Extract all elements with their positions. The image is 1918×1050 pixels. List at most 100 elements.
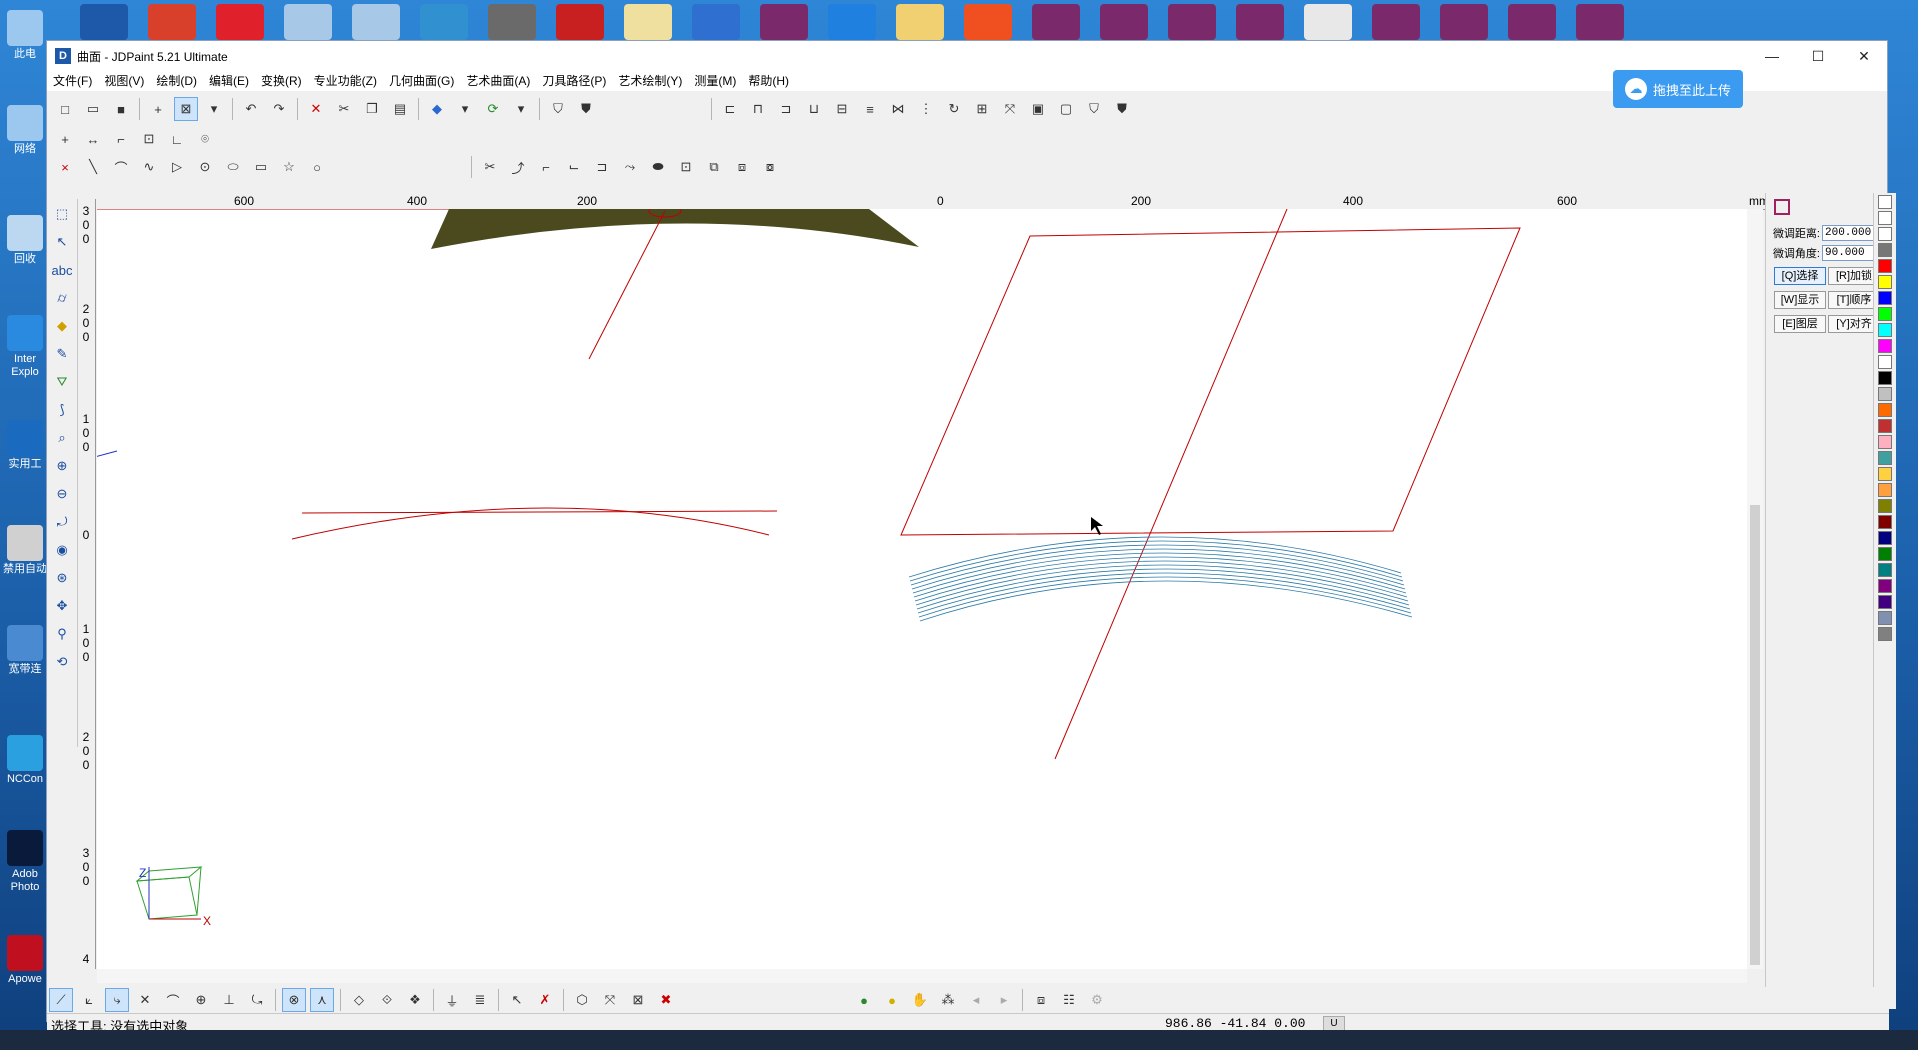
color-swatch[interactable]	[1878, 387, 1892, 401]
lock-shield-icon[interactable]: ⛉	[1082, 97, 1106, 121]
smooth-icon[interactable]: ⬬	[646, 155, 670, 179]
close-button[interactable]: ✕	[1841, 41, 1887, 71]
refresh-icon[interactable]: ⟳	[481, 97, 505, 121]
cut-icon[interactable]: ✂	[332, 97, 356, 121]
color-swatch[interactable]	[1878, 275, 1892, 289]
desktop-icon[interactable]: Inter Explo	[2, 315, 48, 379]
extend-icon[interactable]: ⤴	[506, 155, 530, 179]
text-icon[interactable]: abc	[49, 257, 75, 283]
desktop-app-icon[interactable]	[964, 4, 1012, 40]
polygon-icon[interactable]: ○	[305, 155, 329, 179]
light-yellow-icon[interactable]: ●	[880, 988, 904, 1012]
maximize-button[interactable]: ☐	[1795, 41, 1841, 71]
color-swatch[interactable]	[1878, 371, 1892, 385]
group-icon[interactable]: ▣	[1026, 97, 1050, 121]
align-center-icon[interactable]: ⊓	[746, 97, 770, 121]
color-swatch[interactable]	[1878, 323, 1892, 337]
dimension-corner-icon[interactable]: ⌐	[109, 127, 133, 151]
color-swatch[interactable]	[1878, 627, 1892, 641]
line-icon[interactable]: ╲	[81, 155, 105, 179]
vertical-scrollbar[interactable]	[1747, 209, 1763, 969]
delete-icon[interactable]: ✕	[304, 97, 328, 121]
snap-diamond-x-icon[interactable]: ⟐	[375, 988, 399, 1012]
copy-icon[interactable]: ❐	[360, 97, 384, 121]
show-button[interactable]: [W]显示	[1774, 291, 1826, 309]
menu-pro-functions[interactable]: 专业功能(Z)	[308, 71, 383, 91]
color-swatch[interactable]	[1878, 355, 1892, 369]
snap-intersection-icon[interactable]: ✕	[133, 988, 157, 1012]
desktop-app-icon[interactable]	[1100, 4, 1148, 40]
align-left-icon[interactable]: ⊏	[718, 97, 742, 121]
rotate-icon[interactable]: ↻	[942, 97, 966, 121]
align-bottom-icon[interactable]: ⊟	[830, 97, 854, 121]
menu-geometric-surface[interactable]: 几何曲面(G)	[383, 71, 460, 91]
zoom-all-icon[interactable]: ⊛	[49, 565, 75, 591]
light-gray-icon[interactable]: ✋	[908, 988, 932, 1012]
color-swatch[interactable]	[1878, 291, 1892, 305]
dimension-angle-icon[interactable]: ∟	[165, 127, 189, 151]
title-bar[interactable]: D 曲面 - JDPaint 5.21 Ultimate — ☐ ✕	[47, 41, 1887, 71]
zoom-out-icon[interactable]: ⊖	[49, 481, 75, 507]
menu-draw[interactable]: 绘制(D)	[150, 71, 203, 91]
align-top-icon[interactable]: ⊔	[802, 97, 826, 121]
zoom-previous-icon[interactable]: ⤾	[49, 509, 75, 535]
desktop-app-icon[interactable]	[352, 4, 400, 40]
color-swatch[interactable]	[1878, 499, 1892, 513]
layer-plane-icon[interactable]: ⏚	[440, 988, 464, 1012]
view-box-icon[interactable]: ⧈	[1029, 988, 1053, 1012]
menu-measure[interactable]: 测量(M)	[688, 71, 742, 91]
desktop-app-icon[interactable]	[556, 4, 604, 40]
layer-stack-icon[interactable]: ≣	[468, 988, 492, 1012]
desktop-app-icon[interactable]	[624, 4, 672, 40]
dropdown-arrow-icon[interactable]: ▾	[202, 97, 226, 121]
desktop-icon[interactable]: 回收	[2, 215, 48, 266]
color-swatch[interactable]	[1878, 595, 1892, 609]
pick-delete-icon[interactable]: ✗	[533, 988, 557, 1012]
rotate-view-icon[interactable]: ⟲	[49, 649, 75, 675]
zoom-in-icon[interactable]: ⊕	[49, 453, 75, 479]
desktop-app-icon[interactable]	[80, 4, 128, 40]
snap-perpendicular-icon[interactable]: ⊥	[217, 988, 241, 1012]
menu-art-surface[interactable]: 艺术曲面(A)	[460, 71, 536, 91]
menu-view[interactable]: 视图(V)	[98, 71, 150, 91]
color-swatch[interactable]	[1878, 307, 1892, 321]
zoom-window-icon[interactable]: ⌕	[49, 425, 75, 451]
view-table-icon[interactable]: ☷	[1057, 988, 1081, 1012]
break-icon[interactable]: ⊐	[590, 155, 614, 179]
rectangle-icon[interactable]: ▭	[249, 155, 273, 179]
redo-icon[interactable]: ↷	[267, 97, 291, 121]
circle-icon[interactable]: ⊙	[193, 155, 217, 179]
menu-toolpath[interactable]: 刀具路径(P)	[536, 71, 612, 91]
upload-button[interactable]: ☁ 拖拽至此上传	[1613, 70, 1743, 108]
color-swatch[interactable]	[1878, 547, 1892, 561]
clear-icon[interactable]: ✖	[654, 988, 678, 1012]
desktop-app-icon[interactable]	[148, 4, 196, 40]
scrollbar-thumb[interactable]	[1750, 505, 1760, 965]
snap-diamond-grid-icon[interactable]: ❖	[403, 988, 427, 1012]
desktop-icon[interactable]: 此电	[2, 10, 48, 61]
snap-grid-icon[interactable]: ⊗	[282, 988, 306, 1012]
select-icon[interactable]: ⬚	[49, 201, 75, 227]
array-icon[interactable]: ⋮	[914, 97, 938, 121]
select-box-icon[interactable]: ⊠	[174, 97, 198, 121]
desktop-app-icon[interactable]	[692, 4, 740, 40]
desktop-app-icon[interactable]	[1168, 4, 1216, 40]
open-file-icon[interactable]: ▭	[81, 97, 105, 121]
menu-file[interactable]: 文件(F)	[47, 71, 98, 91]
node-select-icon[interactable]: ↖	[49, 229, 75, 255]
dimension-horizontal-icon[interactable]: ↔	[81, 127, 105, 151]
desktop-app-icon[interactable]	[488, 4, 536, 40]
desktop-icon[interactable]: 实用工	[2, 420, 48, 471]
paint-bucket-icon[interactable]: ⛛	[49, 369, 75, 395]
grid-icon[interactable]: ⊞	[970, 97, 994, 121]
color-swatch[interactable]	[1878, 435, 1892, 449]
fill-icon[interactable]: ◆	[49, 313, 75, 339]
light-green-icon[interactable]: ●	[852, 988, 876, 1012]
chamfer-icon[interactable]: ⌙	[562, 155, 586, 179]
arrow-left-icon[interactable]: ◂	[964, 988, 988, 1012]
snap-curve-icon[interactable]: ⤷	[105, 988, 129, 1012]
dimension-box-icon[interactable]: ⊡	[137, 127, 161, 151]
drawing-canvas[interactable]: Z X	[97, 209, 1747, 969]
desktop-app-icon[interactable]	[828, 4, 876, 40]
brush-icon[interactable]	[1878, 227, 1892, 241]
